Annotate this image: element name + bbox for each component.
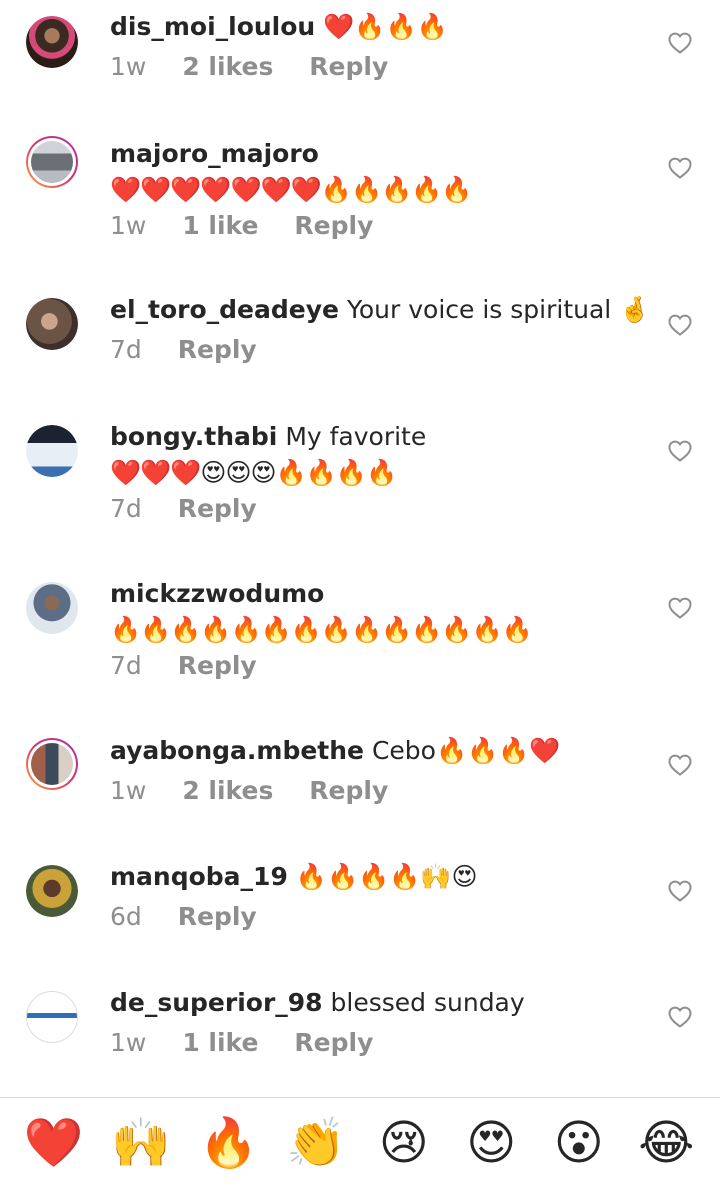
reply-button[interactable]: Reply [178, 902, 257, 931]
username[interactable]: el_toro_deadeye [110, 295, 339, 324]
comment-text-line: bongy.thabi My favorite [110, 420, 650, 454]
comment-text: blessed sunday [330, 988, 525, 1017]
comment-text-line: de_superior_98 blessed sunday [110, 986, 650, 1020]
username[interactable]: de_superior_98 [110, 988, 323, 1017]
comment-text: My favorite [285, 422, 427, 451]
quick-reaction-bar: ❤️ 🙌 🔥 👏 😢 😍 😮 😂 [0, 1097, 720, 1187]
like-heart-icon[interactable] [668, 1006, 692, 1028]
avatar[interactable] [26, 991, 78, 1043]
crying-face-emoji-button[interactable]: 😢 [369, 1113, 439, 1173]
comment-text-line: ayabonga.mbethe Cebo🔥🔥🔥❤️ [110, 734, 650, 768]
timestamp: 6d [110, 902, 142, 931]
username[interactable]: mickzzwodumo [110, 579, 324, 608]
username[interactable]: ayabonga.mbethe [110, 736, 364, 765]
comment-meta: 1w 2 likes Reply [110, 50, 650, 84]
clapping-hands-emoji-button[interactable]: 👏 [281, 1113, 351, 1173]
comment-text-line: el_toro_deadeye Your voice is spiritual … [110, 293, 650, 327]
surprised-face-emoji-button[interactable]: 😮 [544, 1113, 614, 1173]
red-heart-emoji-button[interactable]: ❤️ [19, 1113, 89, 1173]
reply-button[interactable]: Reply [309, 776, 388, 805]
comment-meta: 7d Reply [110, 649, 650, 683]
like-heart-icon[interactable] [668, 440, 692, 462]
reply-button[interactable]: Reply [178, 335, 257, 364]
comment-text-line: dis_moi_loulou ❤️🔥🔥🔥 [110, 10, 650, 44]
reply-button[interactable]: Reply [294, 1028, 373, 1057]
timestamp: 1w [110, 52, 147, 81]
avatar[interactable] [26, 738, 78, 790]
comment-emoji: ❤️❤️❤️❤️❤️❤️❤️🔥🔥🔥🔥🔥 [110, 175, 473, 204]
comment-meta: 1w 1 like Reply [110, 209, 650, 243]
comment-text-line: manqoba_19 🔥🔥🔥🔥🙌😍 [110, 860, 650, 894]
comment-emoji: 🔥🔥🔥❤️ [435, 736, 561, 765]
comment-emoji: ❤️🔥🔥🔥 [323, 12, 448, 41]
avatar-image [26, 865, 78, 917]
like-heart-icon[interactable] [668, 754, 692, 776]
heart-eyes-emoji-button[interactable]: 😍 [456, 1113, 526, 1173]
avatar[interactable] [26, 425, 78, 477]
comment-meta: 1w 2 likes Reply [110, 774, 650, 808]
likes-count[interactable]: 1 like [182, 211, 258, 240]
comment-emoji: 🤞 [619, 295, 651, 324]
avatar[interactable] [26, 16, 78, 68]
comment-meta: 7d Reply [110, 333, 650, 367]
avatar-image [26, 16, 78, 68]
likes-count[interactable]: 1 like [182, 1028, 258, 1057]
like-heart-icon[interactable] [668, 880, 692, 902]
likes-count[interactable]: 2 likes [182, 776, 273, 805]
tears-of-joy-emoji-button[interactable]: 😂 [631, 1113, 701, 1173]
like-heart-icon[interactable] [668, 157, 692, 179]
like-heart-icon[interactable] [668, 314, 692, 336]
avatar-image [26, 582, 78, 634]
avatar-image [31, 743, 73, 785]
avatar[interactable] [26, 136, 78, 188]
avatar-image [27, 992, 77, 1042]
avatar-image [26, 298, 78, 350]
like-heart-icon[interactable] [668, 597, 692, 619]
username[interactable]: majoro_majoro [110, 139, 319, 168]
comment-emoji: ❤️❤️❤️😍😍😍🔥🔥🔥🔥 [110, 458, 397, 487]
reply-button[interactable]: Reply [178, 494, 257, 523]
avatar[interactable] [26, 582, 78, 634]
comment-meta: 1w 1 like Reply [110, 1026, 650, 1060]
avatar[interactable] [26, 865, 78, 917]
avatar-image [26, 425, 78, 477]
reply-button[interactable]: Reply [178, 651, 257, 680]
likes-count[interactable]: 2 likes [182, 52, 273, 81]
avatar[interactable] [26, 298, 78, 350]
comment-text-line: majoro_majoro [110, 137, 650, 171]
comment-emoji: 🔥🔥🔥🔥🙌😍 [295, 862, 478, 891]
like-heart-icon[interactable] [668, 32, 692, 54]
comment-text: Cebo [371, 736, 436, 765]
timestamp: 7d [110, 651, 142, 680]
username[interactable]: bongy.thabi [110, 422, 277, 451]
comment-emoji: 🔥🔥🔥🔥🔥🔥🔥🔥🔥🔥🔥🔥🔥🔥 [110, 615, 533, 644]
reply-button[interactable]: Reply [309, 52, 388, 81]
comment-meta: 6d Reply [110, 900, 650, 934]
timestamp: 7d [110, 335, 142, 364]
timestamp: 1w [110, 776, 147, 805]
avatar-image [31, 141, 73, 183]
reply-button[interactable]: Reply [294, 211, 373, 240]
fire-emoji-button[interactable]: 🔥 [194, 1113, 264, 1173]
comment-text-line: mickzzwodumo [110, 577, 650, 611]
raising-hands-emoji-button[interactable]: 🙌 [106, 1113, 176, 1173]
username[interactable]: manqoba_19 [110, 862, 288, 891]
username[interactable]: dis_moi_loulou [110, 12, 315, 41]
comment-meta: 7d Reply [110, 492, 650, 526]
timestamp: 1w [110, 211, 147, 240]
timestamp: 7d [110, 494, 142, 523]
timestamp: 1w [110, 1028, 147, 1057]
comment-text: Your voice is spiritual [346, 295, 612, 324]
